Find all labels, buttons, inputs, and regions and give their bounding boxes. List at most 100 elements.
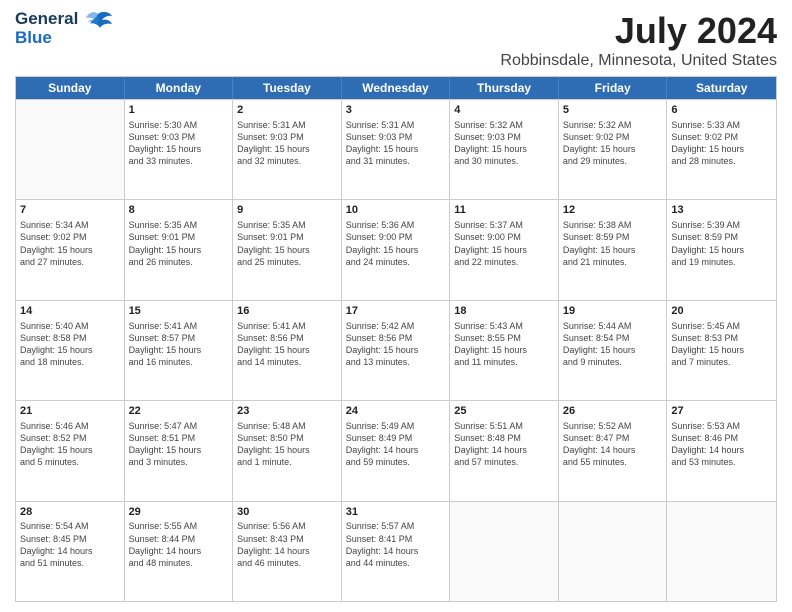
sunrise-text: Sunrise: 5:51 AM [454,420,554,432]
sunrise-text: Sunrise: 5:45 AM [671,320,772,332]
cal-cell-1-3: 2Sunrise: 5:31 AMSunset: 9:03 PMDaylight… [233,100,342,199]
day-number: 28 [20,505,120,520]
sunset-text: Sunset: 8:57 PM [129,332,229,344]
daylight-minutes: and 32 minutes. [237,155,337,167]
daylight-minutes: and 3 minutes. [129,456,229,468]
calendar-body: 1Sunrise: 5:30 AMSunset: 9:03 PMDaylight… [16,99,776,601]
sunset-text: Sunset: 8:59 PM [671,231,772,243]
sunset-text: Sunset: 9:03 PM [454,131,554,143]
cal-cell-4-2: 22Sunrise: 5:47 AMSunset: 8:51 PMDayligh… [125,401,234,500]
daylight-text: Daylight: 15 hours [129,444,229,456]
day-number: 14 [20,304,120,319]
daylight-text: Daylight: 14 hours [454,444,554,456]
sunset-text: Sunset: 8:56 PM [237,332,337,344]
page: General Blue July 2024 Robbinsdale, Minn… [0,0,792,612]
sunset-text: Sunset: 8:49 PM [346,432,446,444]
daylight-text: Daylight: 15 hours [346,244,446,256]
dow-tuesday: Tuesday [233,77,342,99]
cal-cell-1-6: 5Sunrise: 5:32 AMSunset: 9:02 PMDaylight… [559,100,668,199]
dow-saturday: Saturday [667,77,776,99]
daylight-minutes: and 14 minutes. [237,356,337,368]
day-number: 13 [671,203,772,218]
daylight-minutes: and 28 minutes. [671,155,772,167]
sunset-text: Sunset: 9:01 PM [129,231,229,243]
cal-cell-1-1 [16,100,125,199]
sunrise-text: Sunrise: 5:35 AM [237,219,337,231]
logo-blue: Blue [15,29,78,48]
sunset-text: Sunset: 9:00 PM [346,231,446,243]
cal-cell-2-5: 11Sunrise: 5:37 AMSunset: 9:00 PMDayligh… [450,200,559,299]
daylight-minutes: and 44 minutes. [346,557,446,569]
day-number: 8 [129,203,229,218]
daylight-text: Daylight: 15 hours [20,344,120,356]
dow-thursday: Thursday [450,77,559,99]
cal-cell-5-2: 29Sunrise: 5:55 AMSunset: 8:44 PMDayligh… [125,502,234,601]
sunrise-text: Sunrise: 5:31 AM [346,119,446,131]
day-number: 27 [671,404,772,419]
daylight-text: Daylight: 15 hours [20,444,120,456]
dow-monday: Monday [125,77,234,99]
dow-friday: Friday [559,77,668,99]
sunrise-text: Sunrise: 5:36 AM [346,219,446,231]
sunset-text: Sunset: 8:46 PM [671,432,772,444]
logo: General Blue [15,10,114,47]
daylight-minutes: and 55 minutes. [563,456,663,468]
calendar-row-4: 21Sunrise: 5:46 AMSunset: 8:52 PMDayligh… [16,400,776,500]
sunset-text: Sunset: 9:02 PM [563,131,663,143]
day-number: 21 [20,404,120,419]
cal-cell-1-2: 1Sunrise: 5:30 AMSunset: 9:03 PMDaylight… [125,100,234,199]
daylight-minutes: and 30 minutes. [454,155,554,167]
day-number: 3 [346,103,446,118]
sunset-text: Sunset: 8:55 PM [454,332,554,344]
daylight-text: Daylight: 15 hours [237,244,337,256]
sunset-text: Sunset: 8:56 PM [346,332,446,344]
cal-cell-1-7: 6Sunrise: 5:33 AMSunset: 9:02 PMDaylight… [667,100,776,199]
cal-cell-5-1: 28Sunrise: 5:54 AMSunset: 8:45 PMDayligh… [16,502,125,601]
daylight-text: Daylight: 15 hours [454,244,554,256]
cal-cell-2-1: 7Sunrise: 5:34 AMSunset: 9:02 PMDaylight… [16,200,125,299]
logo-bird-icon [82,6,114,43]
day-number: 23 [237,404,337,419]
page-title: July 2024 [500,10,777,52]
cal-cell-4-1: 21Sunrise: 5:46 AMSunset: 8:52 PMDayligh… [16,401,125,500]
day-number: 1 [129,103,229,118]
daylight-text: Daylight: 15 hours [454,143,554,155]
calendar: Sunday Monday Tuesday Wednesday Thursday… [15,76,777,602]
sunset-text: Sunset: 9:03 PM [346,131,446,143]
cal-cell-2-2: 8Sunrise: 5:35 AMSunset: 9:01 PMDaylight… [125,200,234,299]
day-number: 4 [454,103,554,118]
day-number: 29 [129,505,229,520]
daylight-text: Daylight: 14 hours [20,545,120,557]
cal-cell-4-3: 23Sunrise: 5:48 AMSunset: 8:50 PMDayligh… [233,401,342,500]
cal-cell-2-4: 10Sunrise: 5:36 AMSunset: 9:00 PMDayligh… [342,200,451,299]
sunrise-text: Sunrise: 5:47 AM [129,420,229,432]
daylight-minutes: and 11 minutes. [454,356,554,368]
day-number: 30 [237,505,337,520]
calendar-row-3: 14Sunrise: 5:40 AMSunset: 8:58 PMDayligh… [16,300,776,400]
day-number: 12 [563,203,663,218]
sunset-text: Sunset: 9:01 PM [237,231,337,243]
day-number: 19 [563,304,663,319]
sunrise-text: Sunrise: 5:37 AM [454,219,554,231]
sunset-text: Sunset: 8:51 PM [129,432,229,444]
sunrise-text: Sunrise: 5:38 AM [563,219,663,231]
sunset-text: Sunset: 8:52 PM [20,432,120,444]
sunrise-text: Sunrise: 5:54 AM [20,520,120,532]
cal-cell-2-6: 12Sunrise: 5:38 AMSunset: 8:59 PMDayligh… [559,200,668,299]
sunrise-text: Sunrise: 5:40 AM [20,320,120,332]
calendar-row-2: 7Sunrise: 5:34 AMSunset: 9:02 PMDaylight… [16,199,776,299]
dow-wednesday: Wednesday [342,77,451,99]
sunrise-text: Sunrise: 5:48 AM [237,420,337,432]
cal-cell-4-7: 27Sunrise: 5:53 AMSunset: 8:46 PMDayligh… [667,401,776,500]
cal-cell-5-4: 31Sunrise: 5:57 AMSunset: 8:41 PMDayligh… [342,502,451,601]
cal-cell-3-3: 16Sunrise: 5:41 AMSunset: 8:56 PMDayligh… [233,301,342,400]
day-number: 11 [454,203,554,218]
daylight-text: Daylight: 15 hours [20,244,120,256]
sunrise-text: Sunrise: 5:52 AM [563,420,663,432]
sunrise-text: Sunrise: 5:55 AM [129,520,229,532]
sunset-text: Sunset: 8:41 PM [346,533,446,545]
daylight-minutes: and 59 minutes. [346,456,446,468]
sunset-text: Sunset: 8:43 PM [237,533,337,545]
daylight-text: Daylight: 14 hours [237,545,337,557]
cal-cell-5-6 [559,502,668,601]
